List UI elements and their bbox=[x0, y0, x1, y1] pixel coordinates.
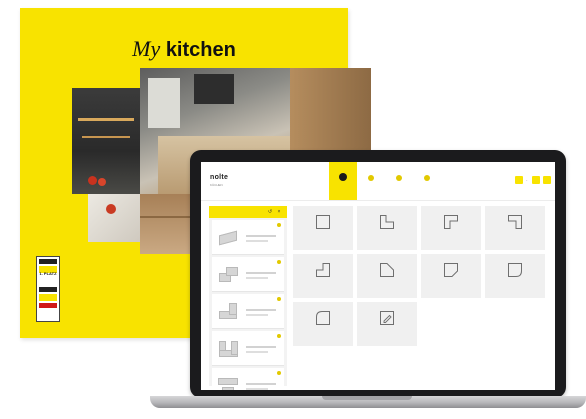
shape-tile-l-small[interactable] bbox=[293, 254, 353, 298]
step-indicator-icon bbox=[396, 175, 402, 181]
step-3[interactable] bbox=[385, 162, 413, 200]
sidebar-item-stack[interactable] bbox=[212, 257, 284, 292]
edit-icon bbox=[380, 311, 394, 325]
layout-island-icon bbox=[217, 375, 239, 390]
undo-icon[interactable]: ↺ bbox=[267, 209, 273, 215]
sidebar-item-u[interactable] bbox=[212, 331, 284, 366]
laptop-screen: nolte KÜCHEN · ↺ × bbox=[201, 162, 555, 390]
rounded-room-icon bbox=[508, 263, 522, 277]
angled-room-icon bbox=[444, 263, 458, 277]
corner-room-icon bbox=[444, 215, 458, 229]
step-2[interactable] bbox=[357, 162, 385, 200]
step-indicator-icon bbox=[424, 175, 430, 181]
reverse-corner-room-icon bbox=[508, 215, 522, 229]
shape-tile-square[interactable] bbox=[293, 206, 353, 250]
laptop-notch bbox=[322, 396, 412, 400]
step-1[interactable] bbox=[329, 162, 357, 200]
kitchen-photo-shelves bbox=[72, 88, 140, 194]
layout-u-icon bbox=[217, 338, 239, 358]
shape-tile-angled[interactable] bbox=[421, 254, 481, 298]
sidebar-header: ↺ × bbox=[209, 206, 287, 218]
kitchen-photo-counter bbox=[88, 194, 140, 242]
brand-logo[interactable]: nolte bbox=[210, 174, 228, 181]
cart-button[interactable] bbox=[515, 176, 523, 184]
step-indicator-icon bbox=[368, 175, 374, 181]
add-icon[interactable] bbox=[277, 334, 281, 338]
shape-tile-custom[interactable] bbox=[357, 302, 417, 346]
menu-button[interactable] bbox=[543, 176, 551, 184]
shape-tile-rounded-corner[interactable] bbox=[293, 302, 353, 346]
layout-l-icon bbox=[217, 301, 239, 321]
brand-logo-sub: KÜCHEN bbox=[210, 183, 223, 187]
catalog-title-kitchen: kitchen bbox=[165, 39, 236, 61]
sidebar-item-l[interactable] bbox=[212, 294, 284, 329]
account-button[interactable] bbox=[532, 176, 540, 184]
layout-sidebar: ↺ × bbox=[209, 206, 287, 390]
add-icon[interactable] bbox=[277, 260, 281, 264]
award-seal: 1. PLATZ bbox=[36, 256, 60, 322]
shape-tile-rounded[interactable] bbox=[485, 254, 545, 298]
sidebar-item-island[interactable] bbox=[212, 368, 284, 390]
room-shape-grid bbox=[293, 206, 549, 386]
divider-icon: · bbox=[526, 178, 528, 184]
square-room-icon bbox=[316, 215, 330, 229]
shape-tile-u-corner[interactable] bbox=[421, 206, 481, 250]
round-corner-room-icon bbox=[316, 311, 330, 325]
add-icon[interactable] bbox=[277, 371, 281, 375]
diagonal-room-icon bbox=[380, 263, 394, 277]
step-4[interactable] bbox=[413, 162, 441, 200]
shape-tile-g-corner[interactable] bbox=[485, 206, 545, 250]
shape-tile-diagonal[interactable] bbox=[357, 254, 417, 298]
layout-stack-icon bbox=[217, 264, 239, 284]
laptop-lid: nolte KÜCHEN · ↺ × bbox=[190, 150, 566, 398]
layout-single-icon bbox=[217, 227, 239, 247]
l-room-icon bbox=[380, 215, 394, 229]
add-icon[interactable] bbox=[277, 297, 281, 301]
sidebar-item-single[interactable] bbox=[212, 220, 284, 255]
close-icon[interactable]: × bbox=[276, 209, 282, 215]
notch-room-icon bbox=[316, 263, 330, 277]
catalog-title: My kitchen bbox=[20, 37, 348, 62]
laptop-base bbox=[150, 396, 586, 408]
shape-tile-l[interactable] bbox=[357, 206, 417, 250]
add-icon[interactable] bbox=[277, 223, 281, 227]
award-label: 1. PLATZ bbox=[39, 271, 57, 276]
app-header: nolte KÜCHEN · bbox=[201, 162, 555, 201]
step-indicator-icon bbox=[339, 173, 347, 181]
catalog-title-my: My bbox=[132, 36, 161, 61]
